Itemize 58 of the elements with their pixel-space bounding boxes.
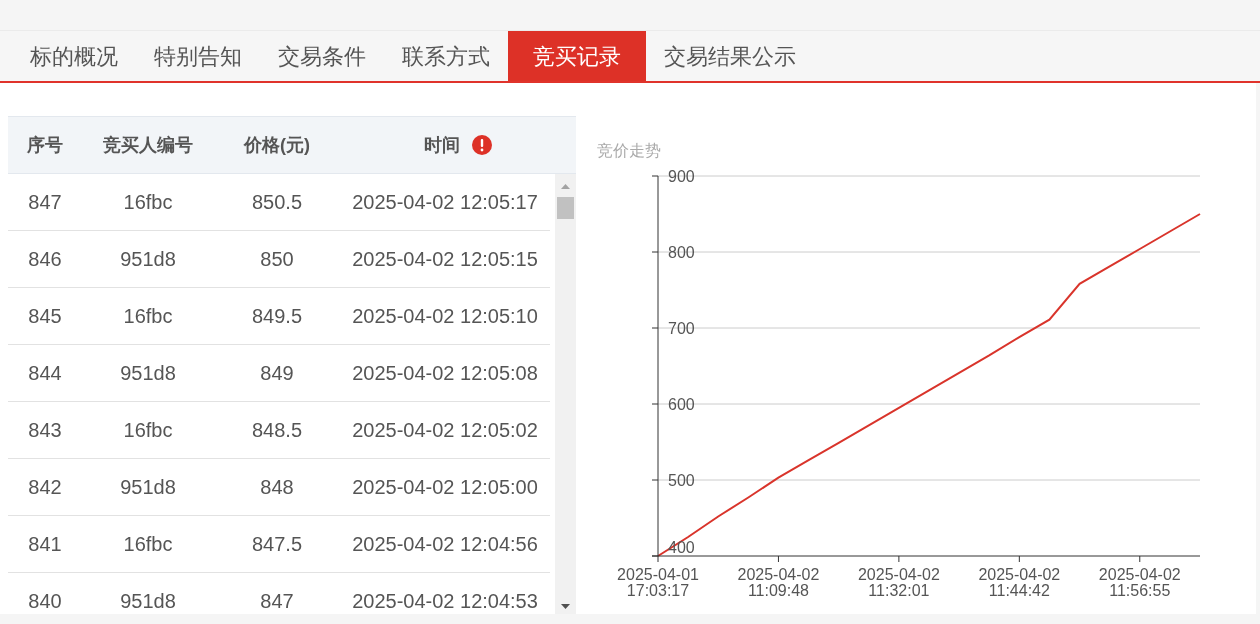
scroll-down-icon[interactable] <box>561 604 570 609</box>
bidder-id: 951d8 <box>120 475 176 500</box>
sequence-number: 846 <box>28 247 62 272</box>
x-tick-label: 2025-04-02 11:09:48 <box>737 566 820 599</box>
y-tick-label: 600 <box>668 395 695 413</box>
column-header: 序号 <box>27 133 63 157</box>
y-tick-label: 400 <box>668 538 695 556</box>
bid-price: 848 <box>260 475 294 500</box>
bid-time: 2025-04-02 12:05:00 <box>352 475 538 500</box>
bid-time: 2025-04-02 12:05:15 <box>352 247 538 272</box>
sequence-number: 841 <box>28 532 62 557</box>
y-tick-label: 900 <box>668 167 695 185</box>
column-header: 竞买人编号 <box>103 133 193 157</box>
bid-price: 847.5 <box>251 532 303 557</box>
column-header: 价格(元) <box>244 133 310 157</box>
y-tick-label: 800 <box>668 243 695 261</box>
scrollbar[interactable] <box>555 174 576 614</box>
bidder-id: 16fbc <box>123 304 173 329</box>
bidder-id: 16fbc <box>123 418 173 443</box>
chart-title: 竞价走势 <box>597 141 661 161</box>
y-tick-label: 500 <box>668 471 695 489</box>
tab[interactable]: 交易结果公示 <box>646 31 814 81</box>
x-tick-label: 2025-04-02 11:56:55 <box>1098 566 1181 599</box>
bidder-id: 16fbc <box>123 532 173 557</box>
bid-price: 847 <box>260 589 294 614</box>
bidder-id: 951d8 <box>120 247 176 272</box>
x-tick-label: 2025-04-02 11:44:42 <box>978 566 1061 599</box>
tab[interactable]: 联系方式 <box>384 31 508 81</box>
y-tick-label: 700 <box>668 319 695 337</box>
tab[interactable]: 交易条件 <box>260 31 384 81</box>
scroll-up-icon[interactable] <box>561 184 570 189</box>
x-tick-label: 2025-04-02 11:32:01 <box>857 566 940 599</box>
bidder-id: 951d8 <box>120 361 176 386</box>
bidder-id: 16fbc <box>123 190 173 215</box>
tab[interactable]: 标的概况 <box>12 31 136 81</box>
bid-time: 2025-04-02 12:04:53 <box>352 589 538 614</box>
bidder-id: 951d8 <box>120 589 176 614</box>
bid-price: 848.5 <box>251 418 303 443</box>
bid-time: 2025-04-02 12:04:56 <box>352 532 538 557</box>
sequence-number: 844 <box>28 361 62 386</box>
bid-price: 849 <box>260 361 294 386</box>
bid-price: 849.5 <box>251 304 303 329</box>
bid-time: 2025-04-02 12:05:10 <box>352 304 538 329</box>
sequence-number: 840 <box>28 589 62 614</box>
sequence-number: 847 <box>28 190 62 215</box>
bid-time: 2025-04-02 12:05:17 <box>352 190 538 215</box>
bid-time: 2025-04-02 12:05:02 <box>352 418 538 443</box>
bid-time: 2025-04-02 12:05:08 <box>352 361 538 386</box>
sequence-number: 842 <box>28 475 62 500</box>
x-tick-label: 2025-04-01 17:03:17 <box>617 566 699 599</box>
bid-price: 850 <box>260 247 294 272</box>
tab[interactable]: 特别告知 <box>136 31 260 81</box>
scrollbar-thumb[interactable] <box>557 197 574 219</box>
sequence-number: 843 <box>28 418 62 443</box>
sequence-number: 845 <box>28 304 62 329</box>
bid-price: 850.5 <box>251 190 303 215</box>
column-header: 时间 <box>424 133 460 157</box>
tab[interactable]: 竞买记录 <box>508 31 646 81</box>
